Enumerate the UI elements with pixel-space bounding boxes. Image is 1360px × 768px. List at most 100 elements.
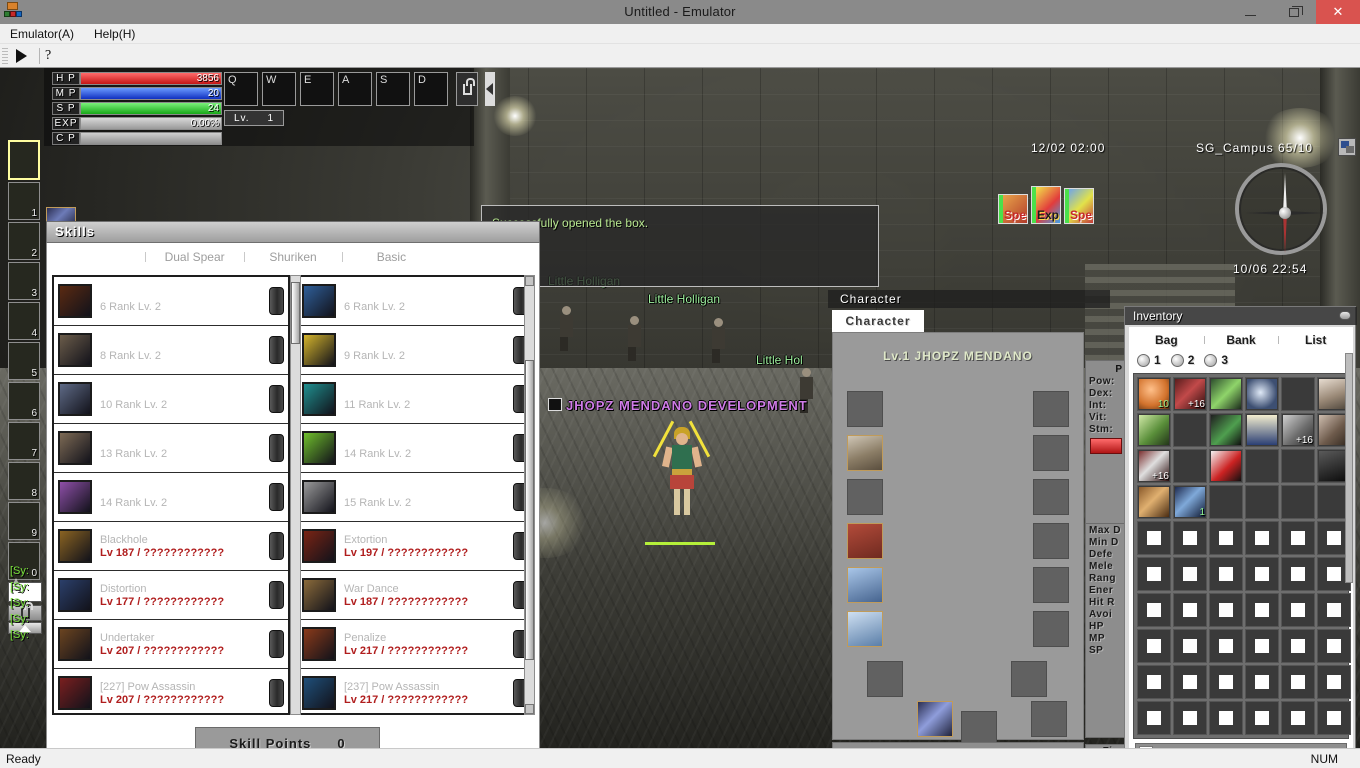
skill-row[interactable]: 9 Rank Lv. 2 [298,326,532,375]
inventory-locked-slot[interactable] [1281,557,1315,591]
skill-row[interactable]: 10 Rank Lv. 2 [54,375,288,424]
inventory-locked-slot[interactable] [1245,701,1279,735]
inventory-locked-slot[interactable] [1281,665,1315,699]
skill-level-up-button[interactable] [269,434,284,462]
inventory-locked-slot[interactable] [1209,629,1243,663]
inventory-locked-slot[interactable] [1137,521,1171,555]
bag-radio-2[interactable] [1170,353,1184,367]
equip-slot-right-6[interactable] [1033,611,1069,647]
inventory-empty-slot[interactable] [1281,485,1315,519]
inventory-locked-slot[interactable] [1173,701,1207,735]
inventory-item-slot[interactable] [1209,413,1243,447]
inventory-item-slot[interactable]: +16 [1137,449,1171,483]
game-viewport[interactable]: Little Holligan Little Holligan Little H… [0,68,1360,748]
inventory-item-slot[interactable] [1245,413,1279,447]
skill-level-up-button[interactable] [269,532,284,560]
skill-row[interactable]: 6 Rank Lv. 2 [298,277,532,326]
skills-tab-basic[interactable]: Basic [342,250,440,264]
inventory-pin-icon[interactable] [1339,311,1351,320]
character-tab[interactable]: Character [832,310,924,332]
inventory-item-slot[interactable]: +16 [1173,377,1207,411]
skill-level-up-button[interactable] [269,287,284,315]
equip-slot-right-4[interactable] [1033,523,1069,559]
inventory-locked-slot[interactable] [1245,521,1279,555]
skills-scrollbar-right[interactable] [524,275,535,715]
npc-sprite[interactable] [628,316,641,366]
inventory-locked-slot[interactable] [1281,701,1315,735]
hud-collapse-arrow-icon[interactable] [485,72,495,106]
inventory-empty-slot[interactable] [1281,449,1315,483]
inventory-locked-slot[interactable] [1137,701,1171,735]
inventory-locked-slot[interactable] [1137,665,1171,699]
inventory-titlebar[interactable]: Inventory [1125,307,1357,325]
inventory-tab-bank[interactable]: Bank [1203,333,1279,347]
npc-sprite[interactable] [712,318,725,368]
inventory-locked-slot[interactable] [1209,593,1243,627]
quickslot-selected[interactable] [8,140,40,180]
skills-window-titlebar[interactable]: Skills [46,221,540,243]
quickslot-1[interactable]: 1 [8,182,40,220]
buff-spe-2[interactable]: Spe [1064,188,1094,224]
equip-slot-boots[interactable] [847,523,883,559]
inventory-locked-slot[interactable] [1173,521,1207,555]
inventory-locked-slot[interactable] [1317,593,1351,627]
skill-row[interactable]: 8 Rank Lv. 2 [54,326,288,375]
player-character[interactable] [652,420,711,528]
inventory-locked-slot[interactable] [1317,629,1351,663]
equip-slot-right-5[interactable] [1033,567,1069,603]
skill-level-up-button[interactable] [269,385,284,413]
minimap-toggle-icon[interactable] [1338,138,1356,156]
character-window-titlebar[interactable]: Character [828,290,1110,308]
hotkey-e[interactable]: E [300,72,334,106]
skills-tab-dual-spear[interactable]: Dual Spear [145,250,243,264]
hotkey-w[interactable]: W [262,72,296,106]
skill-level-up-button[interactable] [269,483,284,511]
menu-help[interactable]: Help(H) [84,24,145,44]
stat-apply-button[interactable] [1090,438,1122,454]
equip-slot-right-1[interactable] [1033,391,1069,427]
inventory-locked-slot[interactable] [1173,665,1207,699]
inventory-tab-bag[interactable]: Bag [1129,333,1204,347]
equip-slot-gloves[interactable] [847,479,883,515]
inventory-locked-slot[interactable] [1209,665,1243,699]
inventory-locked-slot[interactable] [1137,593,1171,627]
inventory-item-slot[interactable]: +16 [1281,413,1315,447]
inventory-locked-slot[interactable] [1317,701,1351,735]
inventory-locked-slot[interactable] [1245,557,1279,591]
skill-row[interactable]: 11 Rank Lv. 2 [298,375,532,424]
inventory-empty-slot[interactable] [1245,449,1279,483]
quickslot-7[interactable]: 7 [8,422,40,460]
inventory-locked-slot[interactable] [1173,593,1207,627]
inventory-locked-slot[interactable] [1209,521,1243,555]
inventory-locked-slot[interactable] [1173,557,1207,591]
hotkey-a[interactable]: A [338,72,372,106]
inventory-empty-slot[interactable] [1245,485,1279,519]
quickslot-5[interactable]: 5 [8,342,40,380]
inventory-locked-slot[interactable] [1137,557,1171,591]
bag-radio-3[interactable] [1204,353,1218,367]
buff-exp[interactable]: Exp [1031,186,1061,224]
equip-slot-right-2[interactable] [1033,435,1069,471]
hotkey-q[interactable]: Q [224,72,258,106]
hotkey-d[interactable]: D [414,72,448,106]
inventory-item-slot[interactable] [1209,377,1243,411]
skill-row[interactable]: 6 Rank Lv. 2 [54,277,288,326]
menu-emulator[interactable]: Emulator(A) [0,24,84,44]
equip-slot-ring-right[interactable] [1011,661,1047,697]
equip-slot-armor[interactable] [847,435,883,471]
equip-slot-ring-left[interactable] [867,661,903,697]
skill-row[interactable]: 15 Rank Lv. 2 [298,473,532,522]
inventory-item-slot[interactable] [1209,449,1243,483]
inventory-locked-slot[interactable] [1281,629,1315,663]
inventory-locked-slot[interactable] [1317,665,1351,699]
inventory-item-slot[interactable] [1137,485,1171,519]
npc-sprite[interactable] [560,306,573,356]
help-icon[interactable]: ? [45,48,51,64]
inventory-tab-list[interactable]: List [1278,333,1353,347]
equip-slot-head[interactable] [847,391,883,427]
close-button[interactable]: ✕ [1316,0,1360,24]
inventory-item-slot[interactable]: 10 [1137,377,1171,411]
inventory-grid[interactable]: 10 +16 +16 +16 1 [1133,373,1351,739]
inventory-item-slot[interactable] [1137,413,1171,447]
minimize-button[interactable] [1228,0,1272,24]
